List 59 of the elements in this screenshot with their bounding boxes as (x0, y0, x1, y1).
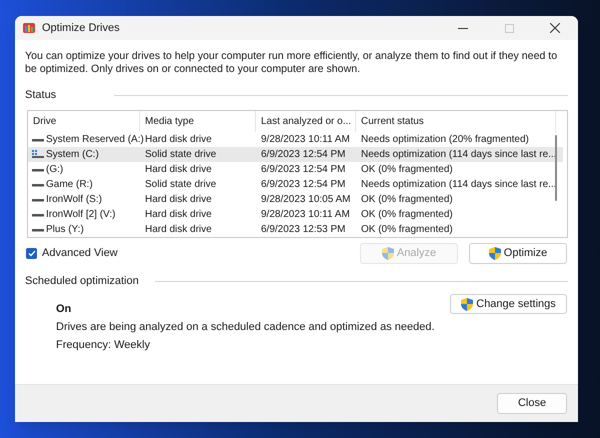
table-cell: Solid state drive (145, 178, 216, 191)
table-cell: Hard disk drive (145, 193, 212, 206)
app-icon (23, 22, 35, 34)
table-cell: IronWolf (S:) (46, 193, 102, 206)
table-cell: OK (0% fragmented) (361, 223, 453, 236)
table-cell: 9/28/2023 10:11 AM (261, 133, 350, 146)
column-header[interactable]: Media type (140, 111, 256, 132)
intro-text: You can optimize your drives to help your computer run more efficiently, or analyze them to find out if they need to be optimized. Only drives on or connected to your computer are shown. (25, 50, 558, 76)
change-settings-button[interactable]: Change settings (450, 294, 567, 314)
column-header[interactable]: Drive (28, 111, 140, 132)
table-cell: System (C:) (46, 148, 99, 161)
action-button[interactable]: Optimize (469, 242, 567, 264)
maximize-icon (504, 24, 514, 32)
table-cell: (G:) (46, 163, 64, 176)
section-heading: Scheduled optimization (25, 275, 139, 288)
table-cell: Hard disk drive (145, 208, 212, 221)
shield-icon (488, 246, 501, 260)
table-cell: OK (0% fragmented) (361, 193, 453, 206)
table-cell: Game (R:) (46, 178, 93, 191)
close-dialog-button[interactable]: Close (497, 393, 567, 414)
table-cell: Hard disk drive (145, 133, 212, 146)
table-cell: 6/9/2023 12:54 PM (261, 163, 346, 176)
section-heading: Status (25, 89, 56, 102)
table-cell: Hard disk drive (145, 163, 212, 176)
shield-icon (382, 246, 394, 260)
table-cell: Plus (Y:) (46, 223, 84, 236)
drive-row[interactable]: (G:) Hard disk drive 6/9/2023 12:54 PM OK (0% fragmented) (28, 162, 563, 177)
table-cell: 9/28/2023 10:11 AM (261, 208, 350, 221)
column-header[interactable]: Last analyzed or o... (256, 111, 356, 132)
close-icon (550, 23, 560, 33)
drive-row[interactable]: IronWolf (S:) Hard disk drive 9/28/2023 10:05 AM OK (0% fragmented) (28, 192, 563, 207)
drive-row[interactable]: System (C:) Solid state drive 6/9/2023 12:54 PM Needs optimization (114 days since last re... (28, 147, 563, 162)
table-cell: 9/28/2023 10:05 AM (261, 193, 351, 206)
drive-row[interactable]: IronWolf [2] (V:) Hard disk drive 9/28/2023 10:11 AM OK (0% fragmented) (28, 207, 563, 222)
checkbox-label: Advanced View (42, 246, 118, 260)
table-cell: Hard disk drive (145, 223, 212, 236)
scrollbar[interactable] (555, 135, 557, 201)
window-title: Optimize Drives (42, 20, 120, 36)
schedule-state: On (56, 303, 72, 316)
table-cell: 6/9/2023 12:54 PM (261, 178, 346, 191)
table-cell: OK (0% fragmented) (361, 208, 453, 221)
table-cell: Needs optimization (20% fragmented) (361, 133, 529, 146)
table-cell: OK (0% fragmented) (361, 163, 453, 176)
drive-row[interactable]: Plus (Y:) Hard disk drive 6/9/2023 12:53 PM OK (0% fragmented) (28, 222, 563, 237)
table-cell: 6/9/2023 12:54 PM (261, 148, 346, 161)
shield-icon (461, 298, 474, 310)
table-cell: IronWolf [2] (V:) (46, 208, 116, 221)
column-header[interactable]: Current status (356, 111, 556, 132)
system-drive-icon (32, 150, 44, 159)
table-cell: Needs optimization (114 days since last re... (361, 148, 556, 161)
drive-row[interactable]: System Reserved (A:)Hard disk drive 9/28/2023 10:11 AM Needs optimization (20% fragmented) (28, 132, 563, 147)
schedule-description: Drives are being analyzed on a scheduled cadence and optimized as needed. (56, 321, 435, 334)
table-cell: System Reserved (A:) (46, 133, 144, 146)
drive-row[interactable]: Game (R:) Solid state drive 6/9/2023 12:54 PM Needs optimization (114 days since last re... (28, 177, 563, 192)
table-cell: 6/9/2023 12:53 PM (261, 223, 346, 236)
advanced-view-checkbox[interactable] (26, 248, 37, 258)
table-cell: Solid state drive (145, 148, 216, 161)
schedule-frequency: Frequency: Weekly (56, 339, 151, 352)
table-cell: Needs optimization (114 days since last re... (361, 178, 556, 191)
